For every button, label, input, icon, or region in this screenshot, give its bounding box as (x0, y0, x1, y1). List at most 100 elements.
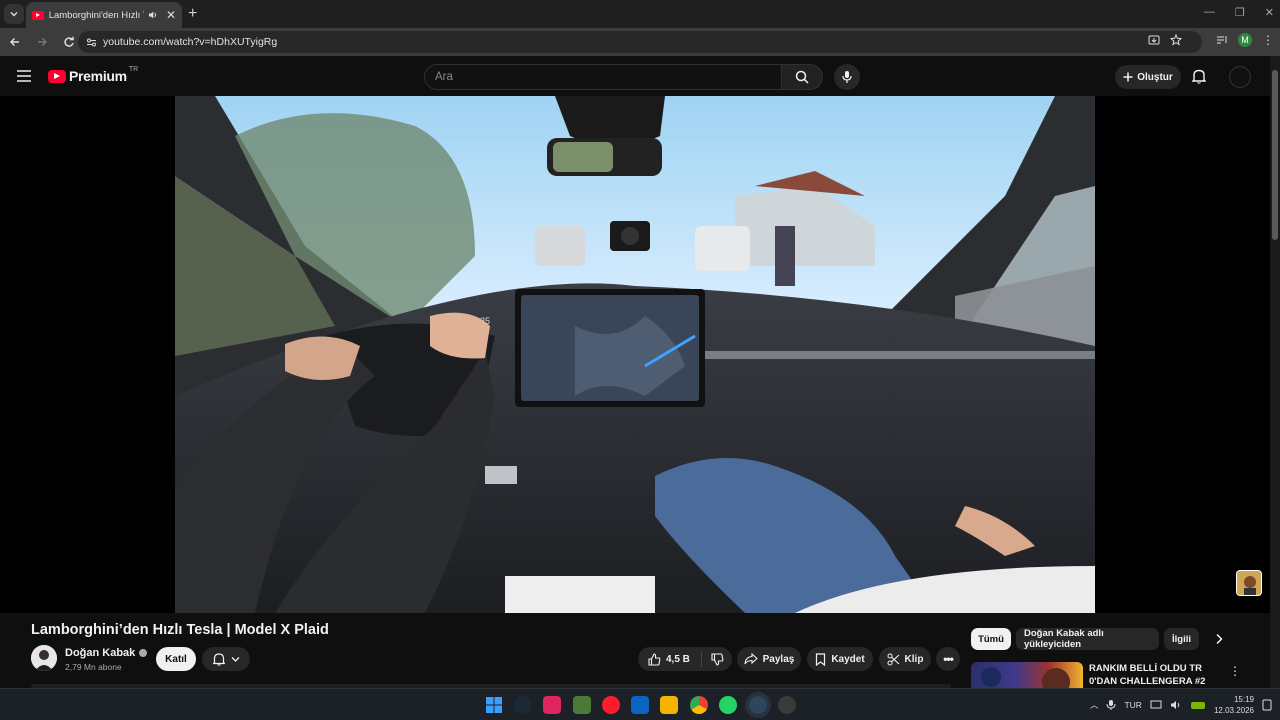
chevron-right-icon[interactable] (1214, 633, 1224, 645)
bell-icon (212, 653, 225, 666)
youtube-header: Premium TR Oluştur (0, 56, 1270, 96)
windows-start-icon[interactable] (485, 696, 503, 714)
region-code: TR (128, 65, 139, 73)
dislike-button[interactable] (702, 652, 724, 666)
network-icon[interactable] (1150, 700, 1162, 710)
reload-icon (64, 36, 74, 47)
install-app-icon[interactable] (1148, 34, 1160, 46)
thumbnail-image (981, 667, 1070, 688)
chip-from-uploader[interactable]: Doğan Kabak adlı yükleyiciden (1016, 628, 1159, 650)
new-tab-icon[interactable]: + (188, 5, 197, 23)
youtube-play-icon (48, 69, 66, 83)
subscription-notifications-button[interactable] (202, 647, 250, 671)
steam-icon[interactable] (514, 696, 532, 714)
restore-icon[interactable]: ❐ (1235, 6, 1245, 19)
voice-search-button[interactable] (834, 64, 860, 90)
tray-overflow-icon[interactable]: ︿ (1090, 699, 1099, 711)
arrow-right-icon (38, 38, 47, 46)
share-icon (744, 653, 758, 665)
scissors-icon (887, 653, 899, 665)
notification-center-icon[interactable] (1262, 699, 1272, 711)
language-indicator[interactable]: TUR (1124, 700, 1141, 710)
search-input[interactable] (425, 65, 781, 89)
bookmark-star-icon[interactable] (1170, 34, 1182, 46)
chip-all[interactable]: Tümü (971, 628, 1011, 650)
minimize-icon[interactable]: — (1204, 6, 1215, 19)
chevron-down-icon (10, 12, 18, 17)
recommendation-title[interactable]: RANKIM BELLİ OLDU TR 0'DAN CHALLENGERA #… (1089, 662, 1229, 688)
chip-related[interactable]: İlgili (1164, 628, 1199, 650)
youtube-favicon-icon (32, 10, 44, 20)
create-label: Oluştur (1137, 71, 1173, 83)
channel-avatar[interactable] (31, 645, 57, 671)
forward-button[interactable] (30, 30, 54, 54)
tab-close-icon[interactable]: ✕ (166, 8, 176, 22)
address-bar[interactable]: youtube.com/watch?v=hDhXUTyigRg (78, 31, 1202, 53)
opera-icon[interactable] (602, 696, 620, 714)
join-button[interactable]: Katıl (156, 647, 196, 671)
video-title: Lamborghini’den Hızlı Tesla | Model X Pl… (31, 622, 329, 638)
browser-tab-active[interactable]: Lamborghini'den Hızlı Tesla ✕ (26, 2, 182, 28)
app-a-icon[interactable] (543, 696, 561, 714)
account-avatar[interactable] (1229, 66, 1251, 88)
menu-icon[interactable] (16, 69, 32, 83)
chevron-down-icon (231, 656, 239, 662)
clock-date: 12.03.2026 (1213, 706, 1254, 715)
recommendation-thumbnail[interactable] (971, 662, 1083, 688)
like-button[interactable]: 4,5 B (638, 651, 702, 667)
media-control-icon[interactable] (1216, 34, 1228, 46)
video-player[interactable]: 25 (0, 96, 1270, 613)
channel-name-row[interactable]: Doğan Kabak (65, 647, 148, 659)
system-tray: ︿ TUR 15:19 12.03.2026 (1090, 693, 1272, 717)
clock-time: 15:19 (1233, 695, 1254, 704)
subscriber-count: 2,79 Mn abone (65, 662, 122, 672)
minecraft-icon[interactable] (573, 696, 591, 714)
windows-taskbar: ︿ TUR 15:19 12.03.2026 (0, 688, 1280, 720)
microphone-icon (842, 71, 852, 83)
arrow-left-icon (10, 38, 19, 46)
back-button[interactable] (3, 30, 27, 54)
create-button[interactable]: Oluştur (1115, 65, 1181, 89)
outlook-icon[interactable] (631, 696, 649, 714)
search-icon (795, 70, 809, 84)
clip-button[interactable]: Klip (879, 647, 931, 671)
floating-channel-avatar[interactable] (1236, 570, 1262, 596)
browser-menu-icon[interactable]: ⋮ (1262, 33, 1274, 47)
volume-icon[interactable] (1170, 700, 1182, 710)
thumbs-up-icon (648, 652, 661, 666)
channel-avatar-image (31, 645, 57, 671)
site-settings-icon[interactable] (86, 37, 97, 48)
whatsapp-icon[interactable] (719, 696, 737, 714)
close-window-icon[interactable]: ✕ (1265, 6, 1274, 19)
youtube-logo[interactable]: Premium TR (48, 65, 139, 84)
save-label: Kaydet (831, 653, 865, 665)
clip-label: Klip (904, 653, 924, 665)
tab-search-button[interactable] (4, 4, 24, 24)
share-button[interactable]: Paylaş (737, 647, 801, 671)
window-controls: — ❐ ✕ (1204, 6, 1274, 19)
more-actions-button[interactable]: ••• (936, 647, 960, 671)
tray-microphone-icon[interactable] (1106, 699, 1116, 711)
save-button[interactable]: Kaydet (807, 647, 873, 671)
app-notification-icon[interactable] (778, 696, 796, 714)
search-button[interactable] (781, 64, 823, 90)
toolbar-right: M ⋮ (1148, 33, 1274, 47)
scrollbar-thumb[interactable] (1272, 70, 1278, 240)
recommendation-menu-icon[interactable]: ⋮ (1229, 664, 1241, 678)
nvidia-icon[interactable] (1190, 700, 1206, 710)
notifications-bell-icon[interactable] (1192, 68, 1206, 84)
brand-label: Premium (69, 68, 127, 84)
avatar-face-icon (1237, 571, 1261, 595)
system-clock[interactable]: 15:19 12.03.2026 (1214, 694, 1254, 716)
speaker-icon[interactable] (148, 10, 158, 20)
file-explorer-icon[interactable] (660, 696, 678, 714)
video-frame[interactable]: 25 (175, 96, 1095, 613)
steam-active-icon[interactable] (745, 692, 771, 718)
verified-badge-icon (139, 649, 148, 657)
tab-title: Lamborghini'den Hızlı Tesla (48, 9, 145, 21)
profile-avatar[interactable]: M (1238, 33, 1252, 47)
bookmark-icon (816, 652, 826, 666)
chrome-icon[interactable] (690, 696, 708, 714)
channel-name[interactable]: Doğan Kabak (65, 647, 135, 659)
page-scrollbar[interactable] (1270, 56, 1280, 688)
